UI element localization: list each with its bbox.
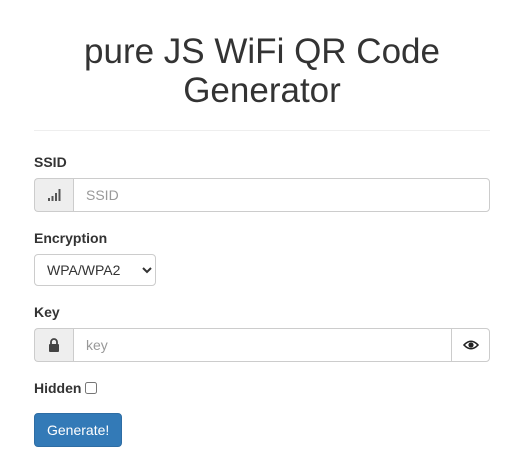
app-container: pure JS WiFi QR Code Generator SSID Encr… bbox=[34, 0, 490, 447]
hidden-group: Hidden bbox=[34, 378, 490, 398]
key-input[interactable] bbox=[73, 328, 451, 362]
ssid-group: SSID bbox=[34, 152, 490, 212]
eye-icon bbox=[462, 340, 479, 350]
toggle-key-visibility-button[interactable] bbox=[451, 328, 490, 362]
encryption-select[interactable]: WPA/WPA2 bbox=[34, 254, 156, 286]
key-group: Key bbox=[34, 302, 490, 362]
ssid-input-group bbox=[34, 178, 490, 212]
generate-button[interactable]: Generate! bbox=[34, 413, 123, 447]
ssid-input[interactable] bbox=[73, 178, 490, 212]
key-addon bbox=[34, 328, 73, 362]
key-input-group bbox=[34, 328, 490, 362]
signal-icon bbox=[48, 189, 61, 201]
hidden-checkbox[interactable] bbox=[85, 382, 98, 394]
hidden-label: Hidden bbox=[34, 380, 82, 396]
ssid-label: SSID bbox=[34, 154, 67, 170]
lock-icon bbox=[49, 338, 59, 352]
ssid-addon bbox=[34, 178, 73, 212]
encryption-group: Encryption WPA/WPA2 bbox=[34, 228, 490, 286]
encryption-label: Encryption bbox=[34, 230, 108, 246]
title-line-2: Generator bbox=[183, 71, 341, 110]
title-line-1: pure JS WiFi QR Code bbox=[84, 32, 440, 71]
title-divider bbox=[34, 130, 490, 131]
page-title: pure JS WiFi QR Code Generator bbox=[34, 0, 490, 110]
key-label: Key bbox=[34, 304, 60, 320]
